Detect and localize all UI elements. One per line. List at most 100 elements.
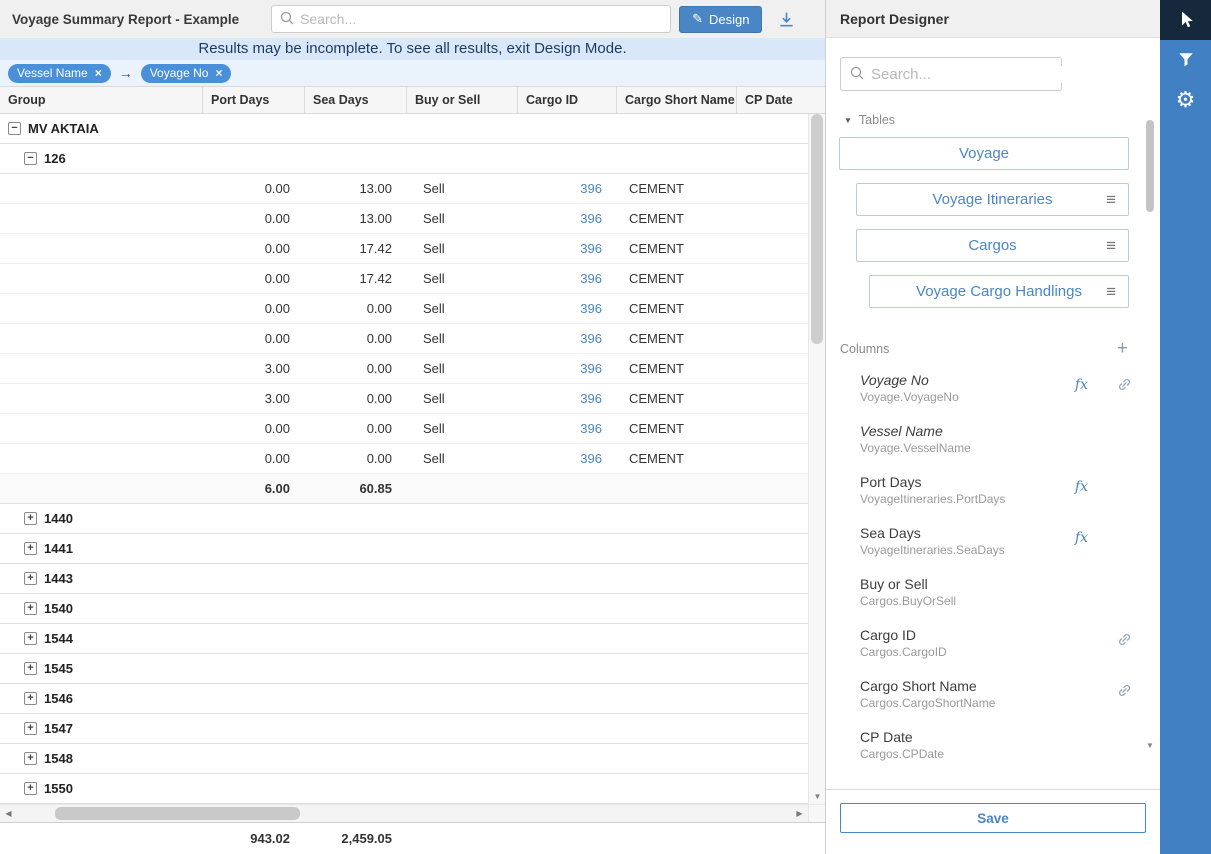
- cargo-id-link[interactable]: 396: [580, 181, 602, 196]
- vscroll-thumb[interactable]: [811, 114, 823, 344]
- column-item-cp-date[interactable]: CP DateCargos.CPDate: [826, 721, 1160, 772]
- column-header-port-days[interactable]: Port Days: [203, 87, 305, 113]
- designer-search-input[interactable]: [871, 66, 1070, 83]
- menu-icon[interactable]: ≡: [1106, 191, 1116, 208]
- column-item-voyage-no[interactable]: Voyage NoVoyage.VoyageNofx: [826, 364, 1160, 415]
- column-name: Vessel Name: [860, 423, 1160, 439]
- tool-select[interactable]: [1160, 0, 1211, 40]
- scroll-right-button[interactable]: ▶: [791, 805, 808, 822]
- column-item-sea-days[interactable]: Sea DaysVoyageItineraries.SeaDaysfx: [826, 517, 1160, 568]
- cell-cargo-short-name: CEMENT: [617, 271, 737, 286]
- formula-icon[interactable]: fx: [1075, 530, 1088, 546]
- column-item-vessel-name[interactable]: Vessel NameVoyage.VesselName: [826, 415, 1160, 466]
- cargo-id-link[interactable]: 396: [580, 361, 602, 376]
- column-item-port-days[interactable]: Port DaysVoyageItineraries.PortDaysfx: [826, 466, 1160, 517]
- column-source: VoyageItineraries.SeaDays: [860, 543, 1160, 557]
- cargo-id-link[interactable]: 396: [580, 211, 602, 226]
- cell-cargo-id: 396: [518, 211, 617, 226]
- designer-scrollbar[interactable]: ▼: [1146, 116, 1154, 752]
- column-name: Voyage No: [860, 372, 1160, 388]
- report-title: Voyage Summary Report - Example: [12, 12, 239, 27]
- cargo-id-link[interactable]: 396: [580, 391, 602, 406]
- chip-remove-icon[interactable]: ×: [215, 67, 222, 79]
- expand-icon[interactable]: +: [24, 752, 37, 765]
- cell-group: +1548: [0, 751, 203, 766]
- designer-scroll-down-button[interactable]: ▼: [1144, 738, 1156, 752]
- collapse-icon[interactable]: −: [8, 122, 21, 135]
- hscroll-thumb[interactable]: [55, 807, 300, 820]
- collapsed-group-row: +1545: [0, 654, 825, 684]
- column-item-buy-or-sell[interactable]: Buy or SellCargos.BuyOrSell: [826, 568, 1160, 619]
- scroll-down-button[interactable]: ▼: [809, 788, 826, 804]
- cargo-id-link[interactable]: 396: [580, 421, 602, 436]
- table-box-cargos[interactable]: Cargos≡: [856, 229, 1129, 262]
- link-icon[interactable]: [1117, 632, 1132, 650]
- tool-settings[interactable]: ⚙: [1160, 80, 1211, 120]
- chip-remove-icon[interactable]: ×: [95, 67, 102, 79]
- cargo-id-link[interactable]: 396: [580, 271, 602, 286]
- cargo-id-link[interactable]: 396: [580, 451, 602, 466]
- scroll-left-button[interactable]: ◀: [0, 805, 17, 822]
- grouping-chip-voyage-no[interactable]: Voyage No×: [141, 64, 232, 83]
- cell-cargo-short-name: CEMENT: [617, 301, 737, 316]
- design-button[interactable]: ✎ Design: [679, 6, 762, 33]
- save-button[interactable]: Save: [840, 803, 1146, 833]
- download-icon[interactable]: [778, 11, 795, 28]
- cell-group: +1546: [0, 691, 203, 706]
- formula-icon[interactable]: fx: [1075, 479, 1088, 495]
- designer-scrollbar-thumb[interactable]: [1146, 120, 1154, 212]
- column-header-cp-date[interactable]: CP Date: [737, 87, 825, 113]
- expand-icon[interactable]: +: [24, 722, 37, 735]
- column-header-cargo-id[interactable]: Cargo ID: [518, 87, 617, 113]
- hscroll-track[interactable]: [17, 805, 791, 822]
- tables-section-header[interactable]: ▼ Tables: [844, 113, 1146, 127]
- expand-icon[interactable]: +: [24, 632, 37, 645]
- column-header-sea-days[interactable]: Sea Days: [305, 87, 407, 113]
- collapsed-group-row: +1540: [0, 594, 825, 624]
- report-search[interactable]: [271, 5, 671, 33]
- expand-icon[interactable]: +: [24, 572, 37, 585]
- formula-icon[interactable]: fx: [1075, 377, 1088, 393]
- designer-search[interactable]: [840, 57, 1062, 91]
- grouping-chip-vessel-name[interactable]: Vessel Name×: [8, 64, 111, 83]
- column-header-buy-or-sell[interactable]: Buy or Sell: [407, 87, 518, 113]
- table-box-voyage-cargo-handlings[interactable]: Voyage Cargo Handlings≡: [869, 275, 1129, 308]
- column-name: Cargo ID: [860, 627, 1160, 643]
- horizontal-scrollbar[interactable]: ◀ ▶: [0, 804, 825, 822]
- cell-sea-days: 0.00: [305, 451, 407, 466]
- column-header-group[interactable]: Group: [0, 87, 203, 113]
- expand-icon[interactable]: +: [24, 692, 37, 705]
- cargo-id-link[interactable]: 396: [580, 241, 602, 256]
- table-box-voyage-itineraries[interactable]: Voyage Itineraries ≡: [856, 183, 1129, 216]
- grouping-bar: Vessel Name×→Voyage No×: [0, 60, 825, 86]
- table-box-label: Voyage Itineraries: [932, 191, 1052, 208]
- column-source: Cargos.CargoID: [860, 645, 1160, 659]
- cell-cargo-id: 396: [518, 331, 617, 346]
- expand-icon[interactable]: +: [24, 662, 37, 675]
- vertical-scrollbar[interactable]: ▼: [808, 114, 825, 804]
- collapsed-group-row: +1550: [0, 774, 825, 804]
- cargo-id-link[interactable]: 396: [580, 331, 602, 346]
- column-item-cargo-id[interactable]: Cargo ID Cargos.CargoID: [826, 619, 1160, 670]
- tool-filter[interactable]: [1160, 40, 1211, 80]
- menu-icon[interactable]: ≡: [1106, 237, 1116, 254]
- link-icon[interactable]: [1117, 377, 1132, 395]
- table-box-voyage[interactable]: Voyage: [839, 137, 1129, 170]
- add-column-icon[interactable]: +: [1117, 339, 1128, 358]
- cargo-id-link[interactable]: 396: [580, 301, 602, 316]
- cell-group: +1441: [0, 541, 203, 556]
- link-icon[interactable]: [1117, 683, 1132, 701]
- menu-icon[interactable]: ≡: [1106, 283, 1116, 300]
- cell-port-days: 0.00: [203, 421, 305, 436]
- cell-group: +1544: [0, 631, 203, 646]
- column-item-cargo-short-name[interactable]: Cargo Short NameCargos.CargoShortName: [826, 670, 1160, 721]
- collapse-icon[interactable]: −: [24, 152, 37, 165]
- save-area: Save: [826, 789, 1160, 854]
- expand-icon[interactable]: +: [24, 782, 37, 795]
- search-input[interactable]: [300, 11, 662, 27]
- expand-icon[interactable]: +: [24, 512, 37, 525]
- cell-cargo-short-name: CEMENT: [617, 451, 737, 466]
- column-header-cargo-short-name[interactable]: Cargo Short Name: [617, 87, 737, 113]
- expand-icon[interactable]: +: [24, 602, 37, 615]
- expand-icon[interactable]: +: [24, 542, 37, 555]
